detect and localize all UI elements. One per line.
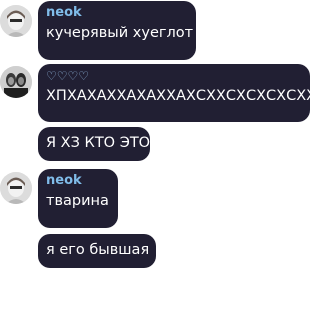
chat-view: neok кучерявый хуеглот ♡♡♡♡ ХПХАХАХХАХАХ… [0, 0, 320, 320]
avatar[interactable] [0, 172, 32, 204]
message-text: ХПХАХАХХАХАХХАХСХХСХСХСХСХХС [46, 88, 320, 104]
sender-hearts[interactable]: ♡♡♡♡ [46, 69, 89, 83]
message-bubble: Я ХЗ КТО ЭТО [38, 127, 150, 161]
message-bubble: ♡♡♡♡ ХПХАХАХХАХАХХАХСХХСХСХСХСХХС [38, 64, 320, 122]
message-text: Я ХЗ КТО ЭТО [46, 135, 151, 151]
avatar[interactable] [0, 66, 32, 98]
sender-name[interactable]: neok [46, 173, 82, 189]
message-text: я его бывшая [46, 242, 150, 258]
message-bubble: я его бывшая [38, 234, 156, 268]
sender-name[interactable]: neok [46, 5, 82, 21]
message-text: кучерявый хуеглот [46, 25, 194, 41]
avatar[interactable] [0, 5, 32, 37]
message-bubble: neok кучерявый хуеглот [38, 1, 196, 60]
message-text: тварина [46, 193, 109, 209]
message-bubble: neok тварина [38, 169, 118, 228]
